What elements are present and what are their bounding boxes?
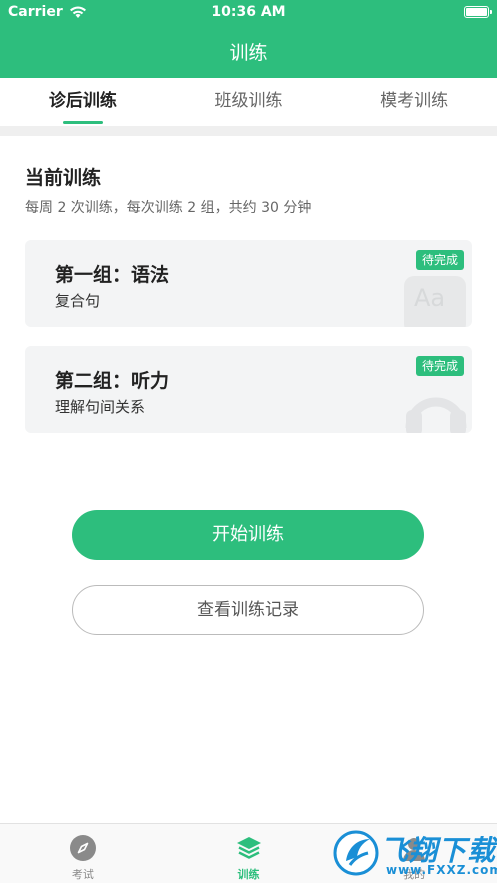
- tab-mock-exam[interactable]: 模考训练: [331, 78, 497, 126]
- text-aa-icon: Aa: [404, 276, 466, 327]
- tab-class[interactable]: 班级训练: [166, 78, 332, 126]
- card-title: 第一组：语法: [55, 264, 170, 286]
- status-bar: Carrier 10:36 AM: [0, 0, 497, 26]
- svg-text:Aa: Aa: [414, 284, 445, 312]
- tab-post-diagnosis[interactable]: 诊后训练: [0, 78, 166, 126]
- status-badge: 待完成: [415, 250, 464, 270]
- training-card-listening[interactable]: 第二组：听力 理解句间关系 待完成: [25, 346, 472, 433]
- tab-active-indicator: [62, 121, 103, 124]
- tabbar-label: 考试: [71, 868, 94, 881]
- start-training-button[interactable]: 开始训练: [72, 510, 424, 560]
- card-subtitle: 理解句间关系: [55, 398, 146, 416]
- training-tabs: 诊后训练 班级训练 模考训练: [0, 78, 497, 126]
- watermark-url: www.FXXZ.com: [386, 863, 497, 877]
- section-subtitle: 每周 2 次训练，每次训练 2 组，共约 30 分钟: [25, 200, 312, 216]
- clock: 10:36 AM: [211, 4, 286, 20]
- tab-label: 班级训练: [214, 91, 283, 111]
- card-title: 第二组：听力: [55, 370, 170, 392]
- training-card-grammar[interactable]: 第一组：语法 复合句 Aa 待完成: [25, 240, 472, 327]
- compass-icon: [69, 835, 96, 861]
- tab-label: 诊后训练: [48, 91, 117, 111]
- section-title: 当前训练: [25, 167, 102, 189]
- tabbar-item-training[interactable]: 训练: [166, 824, 332, 883]
- watermark-logo-icon: [333, 830, 379, 876]
- section-divider: [0, 126, 497, 136]
- tabbar-item-exam[interactable]: 考试: [0, 824, 166, 883]
- tab-label: 模考训练: [380, 91, 449, 111]
- card-subtitle: 复合句: [55, 292, 101, 310]
- battery-icon: [464, 6, 492, 18]
- watermark: 飞翔下载 www.FXXZ.com: [330, 823, 497, 883]
- header-bar: Carrier 10:36 AM 训练: [0, 0, 497, 78]
- tabbar-label: 训练: [237, 868, 260, 881]
- headphones-icon: [405, 397, 467, 433]
- status-badge: 待完成: [415, 356, 464, 376]
- layers-icon: [236, 837, 261, 859]
- page-title: 训练: [229, 42, 268, 64]
- view-history-button[interactable]: 查看训练记录: [72, 585, 424, 635]
